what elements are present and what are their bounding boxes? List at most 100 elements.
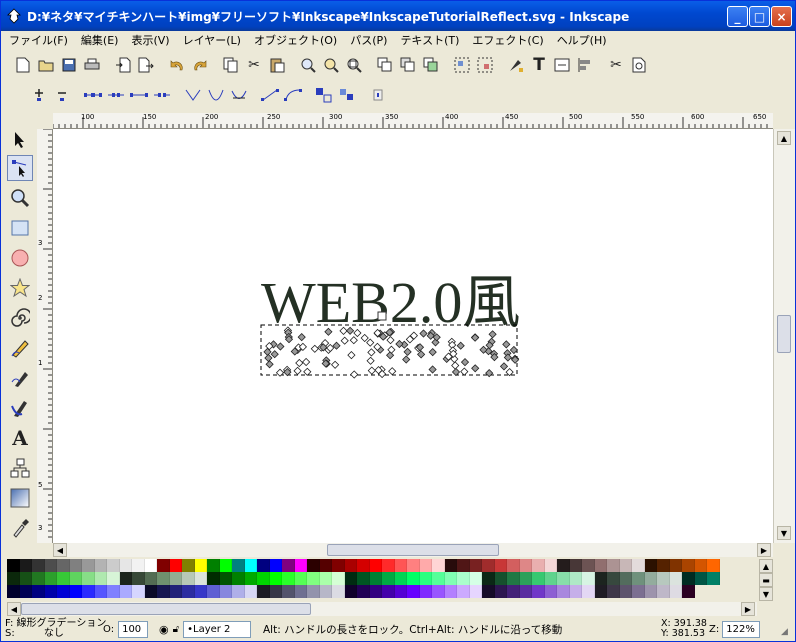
palette-swatch[interactable] — [644, 585, 657, 598]
vertical-scroll-thumb[interactable] — [777, 315, 791, 353]
opacity-input[interactable]: 100 — [118, 620, 149, 638]
import-icon[interactable] — [113, 55, 133, 75]
palette-swatch[interactable] — [182, 572, 195, 585]
palette-swatch[interactable] — [482, 585, 495, 598]
palette-swatch[interactable] — [707, 559, 720, 572]
palette-swatch[interactable] — [419, 585, 432, 598]
palette-swatch[interactable] — [469, 572, 482, 585]
palette-swatch[interactable] — [619, 585, 632, 598]
join-nodes-icon[interactable] — [83, 85, 103, 105]
palette-swatch[interactable] — [607, 572, 620, 585]
palette-swatch[interactable] — [57, 559, 70, 572]
palette-swatch[interactable] — [657, 559, 670, 572]
cusp-node-icon[interactable] — [183, 85, 203, 105]
menu-edit[interactable]: 編集(E) — [81, 32, 119, 48]
palette-swatch[interactable] — [657, 585, 670, 598]
palette-swatch[interactable] — [157, 559, 170, 572]
gradient-tool-icon[interactable] — [7, 485, 33, 511]
palette-swatch[interactable] — [369, 585, 382, 598]
palette-swatch[interactable] — [369, 559, 382, 572]
scroll-down-icon[interactable]: ▼ — [777, 526, 791, 540]
selector-tool-icon[interactable] — [7, 127, 33, 153]
connector-tool-icon[interactable] — [7, 455, 33, 481]
palette-swatch[interactable] — [257, 559, 270, 572]
palette-swatch[interactable] — [532, 585, 545, 598]
horizontal-scroll-thumb[interactable] — [327, 544, 499, 556]
palette-swatch[interactable] — [269, 559, 282, 572]
palette-swatch[interactable] — [707, 572, 720, 585]
palette-swatch[interactable] — [32, 559, 45, 572]
palette-swatch[interactable] — [169, 572, 182, 585]
layer-select[interactable]: •Layer 2 — [183, 620, 252, 638]
palette-swatch[interactable] — [82, 585, 95, 598]
palette-swatch[interactable] — [457, 559, 470, 572]
rectangle-tool-icon[interactable] — [7, 215, 33, 241]
palette-swatch[interactable] — [544, 585, 557, 598]
palette-swatch[interactable] — [69, 585, 82, 598]
stroke-to-path-icon[interactable] — [337, 85, 357, 105]
palette-scroll-left-icon[interactable]: ◀ — [7, 602, 21, 616]
insert-node-icon[interactable] — [29, 85, 49, 105]
palette-swatch[interactable] — [494, 559, 507, 572]
palette-swatch[interactable] — [344, 572, 357, 585]
palette-swatch[interactable] — [144, 572, 157, 585]
menu-file[interactable]: ファイル(F) — [9, 32, 68, 48]
palette-swatch[interactable] — [557, 585, 570, 598]
palette-swatch[interactable] — [57, 572, 70, 585]
palette-swatch[interactable] — [119, 559, 132, 572]
maximize-button[interactable]: □ — [749, 6, 770, 27]
palette-swatch[interactable] — [382, 585, 395, 598]
palette-swatch[interactable] — [232, 559, 245, 572]
palette-swatch[interactable] — [357, 585, 370, 598]
palette-swatch[interactable] — [307, 572, 320, 585]
document-properties-icon[interactable] — [629, 55, 649, 75]
palette-swatch[interactable] — [194, 585, 207, 598]
scroll-right-icon[interactable]: ▶ — [757, 543, 771, 557]
palette-scrollbar[interactable]: ◀ ▶ — [7, 602, 757, 616]
palette-swatch[interactable] — [307, 585, 320, 598]
palette-swatch[interactable] — [194, 559, 207, 572]
vertical-scrollbar[interactable]: ▲ ▼ — [773, 129, 795, 543]
cut-icon[interactable]: ✂ — [244, 55, 264, 75]
delete-segment-icon[interactable] — [152, 85, 172, 105]
palette-swatch[interactable] — [344, 585, 357, 598]
palette-swatch[interactable] — [432, 585, 445, 598]
palette-swatch[interactable] — [569, 585, 582, 598]
delete-node-icon[interactable] — [52, 85, 72, 105]
minimize-button[interactable]: _ — [727, 6, 748, 27]
palette-swatch[interactable] — [457, 585, 470, 598]
palette-swatch[interactable] — [19, 559, 32, 572]
palette-swatch[interactable] — [219, 572, 232, 585]
node-tool-icon[interactable] — [7, 155, 33, 181]
palette-swatch[interactable] — [207, 559, 220, 572]
palette-swatch[interactable] — [519, 559, 532, 572]
palette-swatch[interactable] — [444, 572, 457, 585]
palette-swatch[interactable] — [294, 585, 307, 598]
palette-swatch[interactable] — [282, 585, 295, 598]
palette-swatch[interactable] — [69, 559, 82, 572]
palette-swatch[interactable] — [19, 585, 32, 598]
palette-swatch[interactable] — [332, 585, 345, 598]
palette-swatch[interactable] — [544, 572, 557, 585]
palette-swatch[interactable] — [432, 559, 445, 572]
clone-icon[interactable] — [398, 55, 418, 75]
palette-swatch[interactable] — [119, 585, 132, 598]
fill-stroke-indicator[interactable]: F: 線形グラデーション S: なし — [5, 619, 106, 639]
palette-swatch[interactable] — [582, 585, 595, 598]
palette-swatch[interactable] — [457, 572, 470, 585]
palette-swatch[interactable] — [507, 559, 520, 572]
palette-swatch[interactable] — [219, 585, 232, 598]
lock-icon[interactable]: 🔓︎ — [173, 624, 179, 635]
palette-swatch[interactable] — [394, 559, 407, 572]
menu-object[interactable]: オブジェクト(O) — [254, 32, 337, 48]
palette-swatch[interactable] — [194, 572, 207, 585]
ungroup-icon[interactable] — [475, 55, 495, 75]
palette-swatch[interactable] — [294, 572, 307, 585]
palette-swatch[interactable] — [82, 572, 95, 585]
palette-swatch[interactable] — [507, 585, 520, 598]
preferences-icon[interactable]: ✂ — [606, 55, 626, 75]
palette-swatch[interactable] — [657, 572, 670, 585]
palette-swatch[interactable] — [582, 559, 595, 572]
palette-swatch[interactable] — [419, 559, 432, 572]
menu-layer[interactable]: レイヤー(L) — [183, 32, 241, 48]
